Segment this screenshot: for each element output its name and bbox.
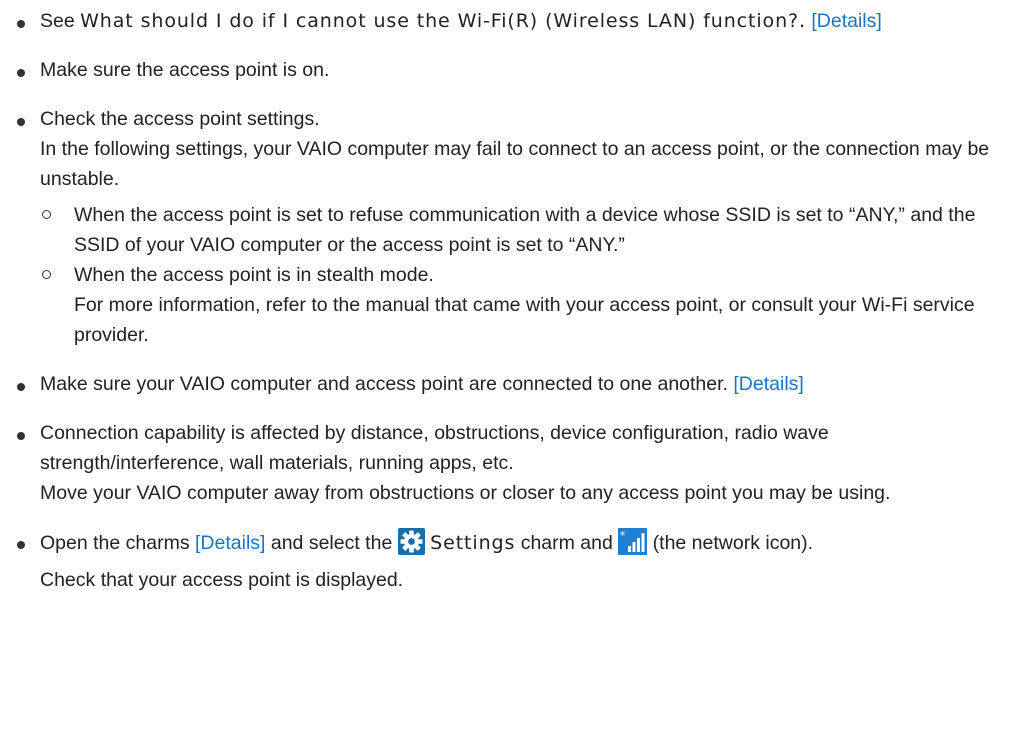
list-item-text: and select the: [265, 532, 398, 554]
wifi-topic-title: What should I do if I cannot use the Wi-…: [80, 10, 806, 32]
details-link[interactable]: [Details]: [733, 373, 803, 395]
sub-item-text: When the access point is in stealth mode…: [74, 264, 434, 286]
list-item-detail: Check that your access point is displaye…: [40, 569, 404, 591]
list-item-text: Open the charms: [40, 532, 195, 554]
list-item: Make sure your VAIO computer and access …: [0, 369, 1013, 399]
gear-icon: [397, 528, 425, 565]
sub-item-detail: For more information, refer to the manua…: [74, 294, 975, 346]
list-item-detail: In the following settings, your VAIO com…: [40, 138, 990, 190]
see-prefix: See: [40, 10, 81, 32]
settings-charm-label: Settings: [430, 532, 516, 554]
help-page: See What should I do if I cannot use the…: [0, 0, 1013, 595]
network-signal-icon: *: [618, 528, 648, 565]
list-item: Connection capability is affected by dis…: [0, 418, 1013, 508]
svg-text:*: *: [620, 529, 626, 542]
list-item: See What should I do if I cannot use the…: [0, 6, 1013, 36]
sub-list: When the access point is set to refuse c…: [40, 200, 1013, 350]
list-item-text: Make sure your VAIO computer and access …: [40, 373, 728, 395]
list-item-text: Make sure the access point is on.: [40, 59, 330, 81]
sub-list-item: When the access point is in stealth mode…: [40, 260, 1013, 350]
list-item-text: Connection capability is affected by dis…: [40, 422, 829, 474]
list-item: Make sure the access point is on.: [0, 55, 1013, 85]
details-link[interactable]: [Details]: [195, 532, 265, 554]
list-item-text: Check the access point settings.: [40, 108, 320, 130]
sub-list-item: When the access point is set to refuse c…: [40, 200, 1013, 260]
troubleshooting-list: See What should I do if I cannot use the…: [0, 6, 1013, 595]
list-item-detail: Move your VAIO computer away from obstru…: [40, 482, 891, 504]
sub-item-text: When the access point is set to refuse c…: [74, 204, 976, 256]
details-link[interactable]: [Details]: [811, 10, 881, 32]
list-item-text: (the network icon).: [647, 532, 814, 554]
list-item-text: charm and: [515, 532, 619, 554]
list-item: Open the charms [Details] and select the: [0, 527, 1013, 595]
list-item: Check the access point settings. In the …: [0, 104, 1013, 350]
